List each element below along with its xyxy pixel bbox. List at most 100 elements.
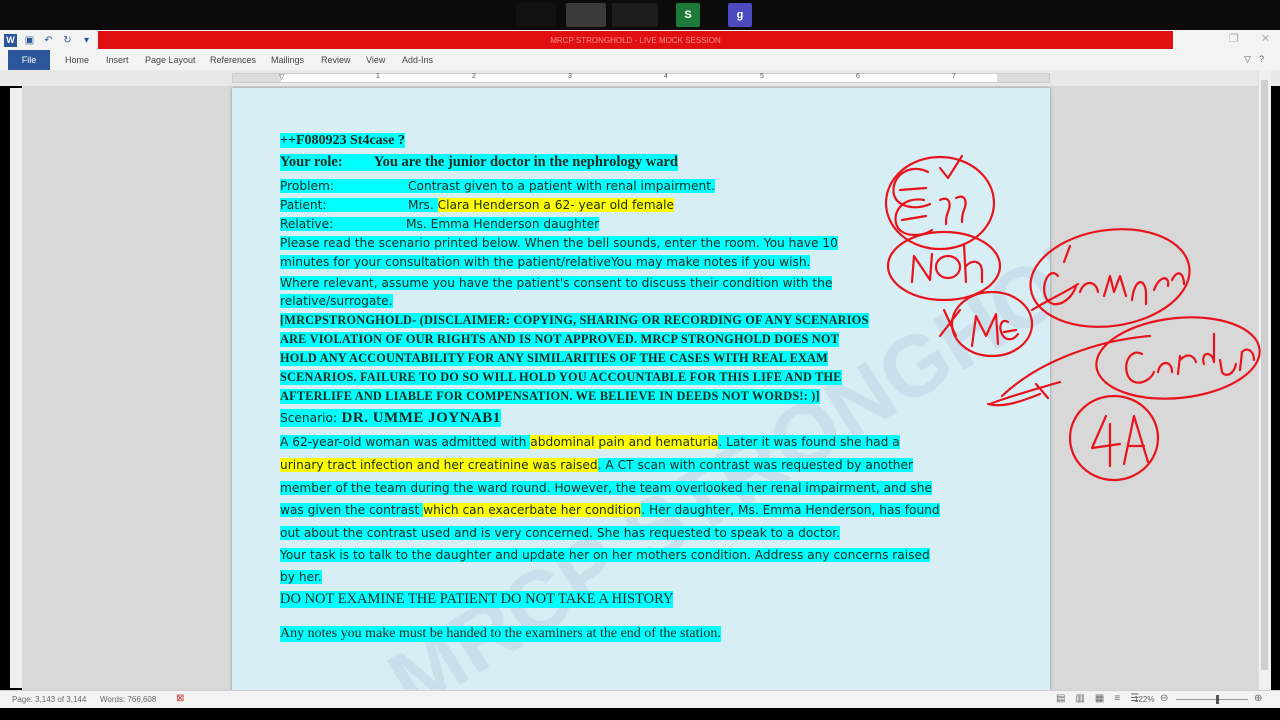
video-thumbnail[interactable] [612,3,658,27]
zoom-slider[interactable] [1176,695,1248,704]
word-app-icon: W [4,33,17,47]
screen-share-topbar: S g [0,0,1280,30]
scenario-text: . A CT scan with contrast was requested … [597,458,914,472]
tab-review[interactable]: Review [321,55,351,65]
role-line: Your role: You are the junior doctor in t… [280,154,678,171]
case-id-line: ++F080923 St4case ? [280,133,405,149]
patient-text: Clara Henderson a 62- year old female [437,198,675,212]
s-app-icon[interactable]: S [676,3,700,27]
close-icon[interactable]: ✕ [1261,32,1270,45]
ruler-number: 6 [856,73,860,80]
ruler-number: 2 [472,73,476,80]
scenario-label: Scenario: [280,411,338,425]
disclaimer-line-2: ARE VIOLATION OF OUR RIGHTS AND IS NOT A… [280,332,840,347]
ribbon-collapse-icon[interactable]: ▽ [1244,54,1251,65]
role-label: Your role: [280,154,343,170]
save-icon[interactable]: ▣ [23,34,36,47]
scenario-author: DR. UMME JOYNAB1 [341,410,501,426]
tab-insert[interactable]: Insert [106,55,129,65]
relative-text: Ms. Emma Henderson daughter [406,217,600,231]
ruler-marker: ▽ [279,74,285,81]
scenario-text: was given the contrast [280,503,424,517]
proofing-icon[interactable]: ⊠ [176,693,184,704]
task-line-2: by her. [280,570,322,584]
problem-line: Problem: Contrast given to a patient with… [280,179,715,193]
zoom-slider-handle[interactable] [1216,695,1219,704]
view-buttons: ▤ ▥ ▦ ≡ ☰ [1056,693,1139,704]
ruler-number: 1 [376,73,380,80]
problem-label: Problem: [280,179,334,193]
ruler-number: 5 [760,73,764,80]
title-bar: W ▣ ↶ ↻ ▾ MRCP STRONGHOLD - LIVE MOCK SE… [0,30,1280,50]
tab-home[interactable]: Home [65,55,89,65]
task-line-1: Your task is to talk to the daughter and… [280,548,930,562]
horizontal-ruler[interactable]: ▽ 1 2 3 4 5 6 7 [232,73,1050,83]
ribbon-tabs: File Home Insert Page Layout References … [0,50,1280,71]
patient-label: Patient: [280,198,408,212]
patient-line: Patient: Mrs. Clara Henderson a 62- year … [280,198,675,212]
patient-prefix: Mrs. [408,198,434,212]
case-id: ++F080923 St4case ? [280,133,405,148]
scenario-highlight: urinary tract infection and her creatini… [280,458,598,472]
tab-file[interactable]: File [8,50,50,70]
tab-references[interactable]: References [210,55,256,65]
full-screen-icon[interactable]: ▥ [1075,693,1084,704]
zoom-in-icon[interactable]: ⊕ [1254,693,1262,704]
disclaimer-line-1: [MRCPSTRONGHOLD- (DISCLAIMER: COPYING, S… [280,313,869,328]
ruler-row: ▽ 1 2 3 4 5 6 7 [0,70,1280,86]
document-page[interactable]: MRCP STRONGHOLD PACES ++F080923 St4case … [232,88,1050,690]
participant-thumbnail[interactable] [566,3,606,27]
outline-icon[interactable]: ≡ [1114,693,1120,704]
scenario-text-line-1: A 62-year-old woman was admitted with ab… [280,435,900,449]
vertical-scrollbar[interactable] [1258,70,1271,690]
red-banner: MRCP STRONGHOLD - LIVE MOCK SESSION [98,31,1173,49]
tab-add-ins[interactable]: Add-Ins [402,55,433,65]
scenario-highlight: which can exacerbate her condition [423,503,642,517]
g-app-icon[interactable]: g [728,3,752,27]
ruler-number: 3 [568,73,572,80]
instructions-line-1: Please read the scenario printed below. … [280,236,838,250]
undo-icon[interactable]: ↶ [42,34,55,47]
customize-qat-icon[interactable]: ▾ [80,34,93,47]
print-layout-icon[interactable]: ▤ [1056,693,1065,704]
tab-mailings[interactable]: Mailings [271,55,304,65]
zoom-thumbnail[interactable] [516,3,556,27]
scenario-text: . Later it was found she had a [718,435,900,449]
scenario-text: A 62-year-old woman was admitted with [280,435,531,449]
scenario-text-line-2: urinary tract infection and her creatini… [280,458,914,472]
scenario-text-line-4: was given the contrast which can exacerb… [280,503,940,517]
ruler-number: 7 [952,73,956,80]
zoom-level[interactable]: 122% [1134,695,1154,704]
word-count[interactable]: Words: 766,608 [100,695,156,704]
quick-access-toolbar: W ▣ ↶ ↻ ▾ [4,32,93,48]
restore-icon[interactable]: ❐ [1229,32,1239,45]
document-viewport[interactable]: MRCP STRONGHOLD PACES ++F080923 St4case … [22,86,1258,690]
status-bar: Page: 3,143 of 3,144 Words: 766,608 ⊠ ▤ … [0,690,1280,709]
role-text: You are the junior doctor in the nephrol… [373,154,678,170]
problem-text: Contrast given to a patient with renal i… [408,179,715,193]
tab-view[interactable]: View [366,55,385,65]
scenario-line: Scenario: DR. UMME JOYNAB1 [280,409,501,427]
tab-page-layout[interactable]: Page Layout [145,55,196,65]
ribbon-right-controls: ▽ ? [1244,54,1264,65]
disclaimer-line-3: HOLD ANY ACCOUNTABILITY FOR ANY SIMILARI… [280,351,828,366]
scenario-text: . Her daughter, Ms. Emma Henderson, has … [641,503,940,517]
relative-label: Relative: [280,217,334,231]
taskbar [0,708,1280,720]
scenario-text-line-5: out about the contrast used and is very … [280,526,840,540]
scenario-text-line-3: member of the team during the ward round… [280,481,932,495]
instructions-line-2: minutes for your consultation with the p… [280,255,811,269]
zoom-out-icon[interactable]: ⊖ [1160,693,1168,704]
window-controls: ❐ ✕ [1229,32,1270,45]
disclaimer-line-5: AFTERLIFE AND LIABLE FOR COMPENSATION. W… [280,389,820,404]
help-icon[interactable]: ? [1259,54,1264,65]
ruler-number: 4 [664,73,668,80]
page-count[interactable]: Page: 3,143 of 3,144 [12,695,86,704]
consent-line-2: relative/surrogate. [280,294,393,308]
no-exam-line: DO NOT EXAMINE THE PATIENT DO NOT TAKE A… [280,591,674,608]
relative-line: Relative: Ms. Emma Henderson daughter [280,217,600,231]
web-layout-icon[interactable]: ▦ [1095,693,1104,704]
consent-line-1: Where relevant, assume you have the pati… [280,276,833,290]
redo-icon[interactable]: ↻ [61,34,74,47]
scenario-highlight: abdominal pain and hematuria [530,435,719,449]
